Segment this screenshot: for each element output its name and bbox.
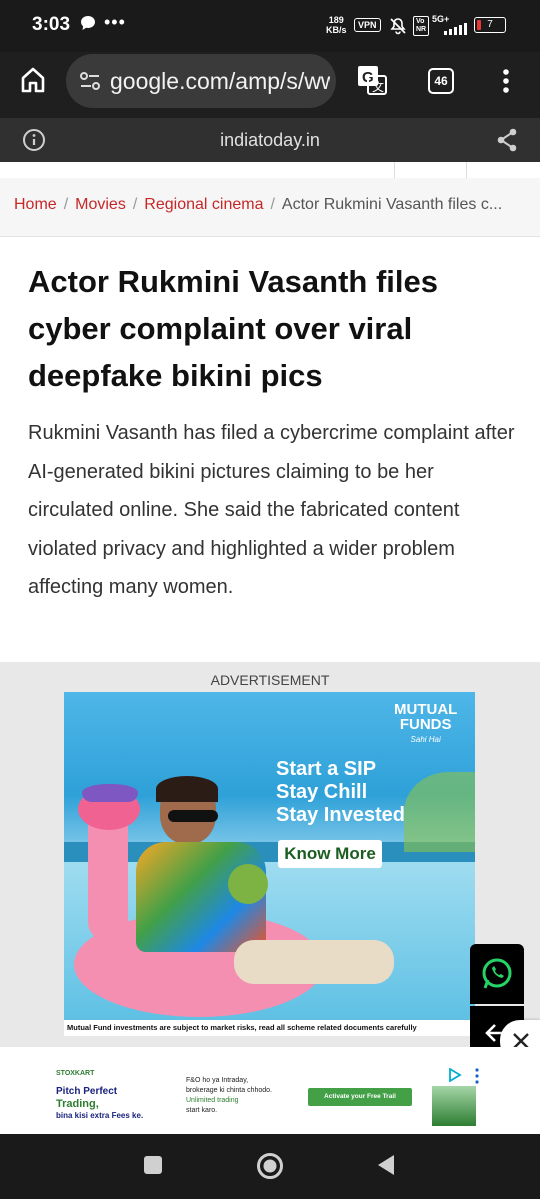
site-domain: indiatoday.in [220,130,320,150]
man-legs [234,940,394,984]
status-bar: 3:03 ••• 189 KB/s VPN Vo NR 5G+ 7 [0,0,540,52]
url-bar[interactable]: google.com/amp/s/ww [66,54,336,108]
banner-mid1: F&O ho ya Intraday, [186,1077,249,1084]
banner-line3: bina kisi extra Fees ke. [56,1111,144,1120]
ad-brand-line1: MUTUAL [394,701,458,718]
breadcrumb-separator: / [132,196,138,213]
breadcrumb-regional-cinema[interactable]: Regional cinema [144,196,263,213]
home-icon[interactable] [20,66,46,99]
recents-icon[interactable] [144,1156,162,1179]
svg-text:文: 文 [372,79,384,94]
breadcrumb-current: Actor Rukmini Vasanth files c... [281,196,503,213]
breadcrumb-movies[interactable]: Movies [75,196,126,213]
chat-bubble-icon [80,15,96,36]
nav-divider [466,162,467,178]
banner-middle-text: F&O ho ya Intraday, brokerage ki chinta … [186,1076,272,1116]
breadcrumb: Home / Movies / Regional cinema / Actor Rukmin… [14,196,502,214]
banner-cricket-image [432,1086,476,1126]
banner-tagline: Pitch Perfect Trading, bina kisi extra F… [56,1086,143,1122]
top-nav-strip [308,162,540,179]
banner-brand: STOXKART [56,1070,95,1077]
ad-disclaimer: Mutual Fund investments are subject to m… [64,1020,475,1036]
ad-headline: Start a SIP Stay Chill Stay Invested [276,758,405,827]
speed-value: 189 [328,15,344,25]
banner-mid3: Unlimited trading [186,1097,239,1104]
banner-mid4: start karo. [186,1107,218,1114]
banner-line2: Trading, [56,1098,99,1110]
article-headline: Actor Rukmini Vasanth files cyber compla… [28,264,438,393]
translate-icon[interactable]: G文 [356,64,388,101]
ad-headline-1: Start a SIP [276,758,377,780]
ad-headline-2: Stay Chill [276,781,368,803]
coconut [228,864,268,904]
vpn-badge: VPN [354,18,381,32]
breadcrumb-home[interactable]: Home [14,196,57,213]
ad-brand: MUTUAL FUNDS Sahi Hai [394,702,457,747]
status-time: 3:03 [32,14,71,35]
breadcrumb-separator: / [63,196,69,213]
tab-switcher-button[interactable]: 46 [428,68,454,94]
ad-menu-icon[interactable] [474,1068,480,1089]
sunglasses [168,810,218,822]
flamingo-hat [82,784,138,802]
adchoices-icon[interactable] [448,1067,462,1087]
ad-foliage [404,772,475,852]
site-settings-icon[interactable] [80,72,100,95]
signal-icon [444,22,468,40]
overflow-menu-icon[interactable] [500,68,512,99]
battery-icon: 7 [474,17,506,33]
banner-line1: Pitch Perfect [56,1086,118,1097]
speed-unit: KB/s [326,25,347,35]
more-notifications-icon: ••• [104,12,126,32]
back-nav-icon[interactable] [376,1154,396,1181]
ad-brand-tag: Sahi Hai [410,735,441,744]
banner-mid2: brokerage ki chinta chhodo. [186,1087,272,1094]
volte-badge: Vo NR [413,16,430,36]
home-nav-icon[interactable] [256,1152,284,1185]
share-icon[interactable] [496,128,518,157]
site-info-bar: indiatoday.in [0,118,540,162]
man-hair [156,776,218,802]
network-speed: 189 KB/s [326,15,347,35]
ad-headline-3: Stay Invested [276,804,405,826]
activate-free-trial-button[interactable]: Activate your Free Trail [308,1088,412,1106]
article-summary: Rukmini Vasanth has filed a cybercrime c… [28,422,515,598]
whatsapp-share-button[interactable] [470,944,524,1004]
system-nav-bar [0,1134,540,1199]
battery-level: 7 [487,19,493,30]
know-more-button[interactable]: Know More [278,840,382,868]
url-text[interactable]: google.com/amp/s/ww [110,68,330,95]
breadcrumb-separator: / [270,196,275,213]
ad-brand-line2: FUNDS [399,716,452,733]
advertisement-label: ADVERTISEMENT [210,672,330,688]
nav-divider [394,162,395,178]
mute-icon [388,16,408,41]
whatsapp-icon [480,957,514,996]
mutual-fund-ad[interactable]: MUTUAL FUNDS Sahi Hai Start a SIP Stay C… [64,692,475,1036]
stoxkart-banner-ad[interactable]: STOXKART Pitch Perfect Trading, bina kis… [50,1062,490,1138]
